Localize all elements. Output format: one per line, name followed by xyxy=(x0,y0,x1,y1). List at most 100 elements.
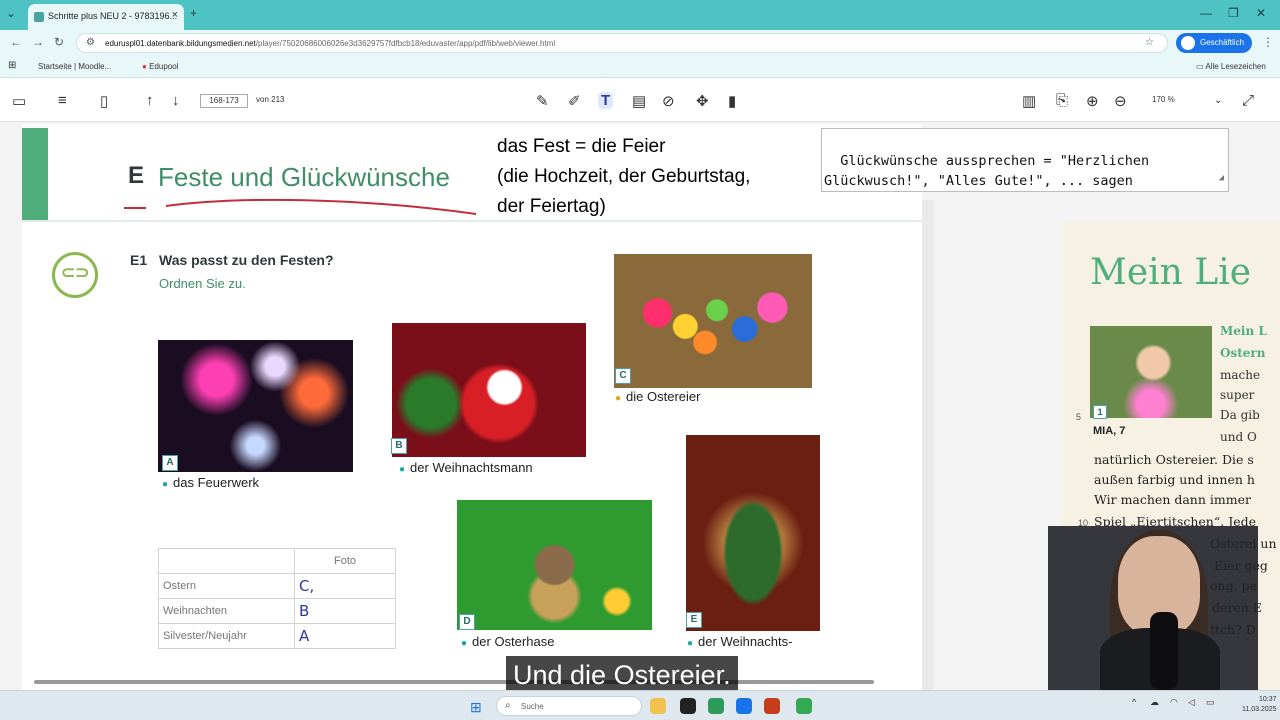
hide-annotations-icon[interactable]: ⊘ xyxy=(662,92,675,110)
bookmark-moodle[interactable]: Startseite | Moodle... xyxy=(38,62,111,71)
side-line-3: mache xyxy=(1220,368,1261,382)
photo-badge-a: A xyxy=(162,455,178,471)
maximize-icon[interactable]: ❐ xyxy=(1228,6,1239,20)
page-number-input[interactable]: 168-173 xyxy=(200,94,248,108)
exercise-instruction: Ordnen Sie zu. xyxy=(159,276,246,291)
download-icon[interactable]: ⎘ xyxy=(1056,92,1068,109)
windows-taskbar: ⊞ ⌕ Suche ^ ☁ ◠ ◁ ▭ 10:37 11.03.2025 xyxy=(0,690,1280,720)
tray-chevron-icon[interactable]: ^ xyxy=(1132,697,1136,707)
powerpoint-icon[interactable] xyxy=(764,698,780,714)
new-tab-icon[interactable]: + xyxy=(190,6,197,20)
comment-icon[interactable]: ▤ xyxy=(632,92,646,110)
tab-active[interactable]: Schritte plus NEU 2 - 9783196... × xyxy=(28,4,184,30)
back-icon[interactable]: ← xyxy=(10,35,22,49)
edge-icon[interactable] xyxy=(708,698,724,714)
app-icon[interactable] xyxy=(680,698,696,714)
section-title: Feste und Glückwünsche xyxy=(158,162,450,192)
apps-grid-icon[interactable]: ⊞ xyxy=(8,60,16,71)
table-cell-answer[interactable]: A xyxy=(294,623,396,649)
body-line-1: natürlich Ostereier. Die s xyxy=(1094,452,1254,467)
sidebar-toggle-icon[interactable]: ▭ xyxy=(12,92,26,110)
menu-icon[interactable]: ⋮ xyxy=(1262,35,1274,49)
move-icon[interactable]: ✥ xyxy=(696,92,709,110)
site-info-icon[interactable]: ⚙ xyxy=(86,37,95,48)
all-bookmarks[interactable]: ▭ Alle Lesezeichen xyxy=(1196,62,1266,71)
exercise-number: E1 xyxy=(130,252,148,268)
battery-icon[interactable]: ▭ xyxy=(1206,697,1215,708)
caption-c-text: die Ostereier xyxy=(626,389,701,404)
fullscreen-icon[interactable]: ⤢ xyxy=(1242,92,1254,109)
mail-icon[interactable] xyxy=(736,698,752,714)
eraser-icon[interactable]: ▮ xyxy=(728,92,736,110)
edupool-icon: ● xyxy=(142,62,147,71)
exercise-title: Was passt zu den Festen? xyxy=(159,252,334,268)
folder-icon: ▭ xyxy=(1196,62,1204,71)
profile-button[interactable]: Geschäftlich xyxy=(1176,33,1252,53)
outline-icon[interactable]: ≡ xyxy=(58,92,67,109)
side-line-5: Da gib xyxy=(1220,408,1260,422)
note-line-2: (die Hochzeit, der Geburtstag, xyxy=(497,166,751,187)
wifi-icon[interactable]: ◠ xyxy=(1170,697,1178,708)
note-line-3: der Feiertag) xyxy=(497,196,606,217)
bookmark-edupool[interactable]: ● Edupool xyxy=(142,62,178,71)
table-header-row: Foto xyxy=(158,548,396,574)
photo-easter-eggs xyxy=(614,254,812,388)
photo-fireworks xyxy=(158,340,353,472)
clock-time: 10:37 xyxy=(1258,696,1277,703)
bookmark-moodle-label: Startseite | Moodle... xyxy=(38,62,112,71)
address-bar[interactable]: ⚙ eduruspl01.datenbank.bildungsmedien.ne… xyxy=(76,33,1168,53)
browser-nav-bar: ← → ↻ ⚙ eduruspl01.datenbank.bildungsmed… xyxy=(0,30,1280,56)
taskbar-search[interactable]: ⌕ Suche xyxy=(496,696,642,716)
caption-a: ● das Feuerwerk xyxy=(162,475,259,490)
zoom-out-icon[interactable]: ⊖ xyxy=(1114,92,1127,110)
caption-e: ● der Weihnachts- xyxy=(687,634,792,649)
table-header-foto: Foto xyxy=(294,548,396,574)
tab-close-icon[interactable]: × xyxy=(172,9,178,21)
resize-grip-icon[interactable]: ◢ xyxy=(1219,168,1224,188)
bullet-icon: ● xyxy=(162,479,169,490)
book-view-icon[interactable]: ▥ xyxy=(1022,92,1036,110)
forward-icon[interactable]: → xyxy=(32,35,44,49)
table-cell-answer[interactable]: C, xyxy=(294,573,396,599)
previous-page-icon[interactable]: ↑ xyxy=(146,92,154,109)
draw-icon[interactable]: ✎ xyxy=(536,92,549,110)
minimize-icon[interactable]: — xyxy=(1200,6,1212,20)
table-cell-answer[interactable]: B xyxy=(294,598,396,624)
right-fragment-2: Eier geg xyxy=(1214,558,1268,573)
photo-easter-bunny xyxy=(457,500,652,630)
photo-santa xyxy=(392,323,586,457)
table-cell-fest: Silvester/Neujahr xyxy=(158,623,295,649)
side-line-2: Ostern xyxy=(1220,346,1266,360)
zoom-dropdown-icon[interactable]: ⌄ xyxy=(1214,95,1222,106)
taskbar-clock[interactable]: 10:37 11.03.2025 xyxy=(1242,695,1277,715)
search-icon: ⌕ xyxy=(505,700,511,711)
text-tool-icon[interactable]: T xyxy=(598,92,614,109)
photo-badge-c: C xyxy=(615,368,631,384)
photo-christmas-tree xyxy=(686,435,820,631)
next-page-icon[interactable]: ↓ xyxy=(172,92,180,109)
file-explorer-icon[interactable] xyxy=(650,698,666,714)
zoom-in-icon[interactable]: ⊕ xyxy=(1086,92,1099,110)
side-line-6: und O xyxy=(1220,430,1257,444)
zoom-select[interactable]: 170 % xyxy=(1152,95,1175,104)
bullet-icon: ● xyxy=(687,638,694,649)
caption-d: ● der Osterhase xyxy=(461,634,554,649)
close-window-icon[interactable]: ✕ xyxy=(1256,6,1266,20)
horizontal-scrollbar[interactable] xyxy=(34,680,874,684)
annotation-textbox[interactable]: Glückwünsche aussprechen = "Herzlichen G… xyxy=(821,128,1229,192)
highlight-icon[interactable]: ✐ xyxy=(568,92,581,110)
bullet-icon: ● xyxy=(399,464,406,475)
body-line-3: Wir machen dann immer xyxy=(1094,492,1251,507)
bookmark-star-icon[interactable]: ☆ xyxy=(1145,37,1154,48)
reload-icon[interactable]: ↻ xyxy=(54,35,64,49)
document-icon[interactable]: ▯ xyxy=(100,92,108,110)
pdf-toolbar: ▭ ≡ ▯ ↑ ↓ 168-173 von 213 ✎ ✐ T ▤ ⊘ ✥ ▮ … xyxy=(0,78,1280,122)
windows-start-icon[interactable]: ⊞ xyxy=(470,699,482,716)
tab-search-icon[interactable]: ⌄ xyxy=(6,6,16,20)
tab-title: Schritte plus NEU 2 - 9783196... xyxy=(48,11,178,21)
red-underline-annotation xyxy=(124,198,477,215)
link-icon[interactable] xyxy=(52,252,98,298)
chrome-icon[interactable] xyxy=(796,698,812,714)
volume-icon[interactable]: ◁ xyxy=(1188,697,1195,708)
tray-app-icon[interactable]: ☁ xyxy=(1150,697,1159,708)
